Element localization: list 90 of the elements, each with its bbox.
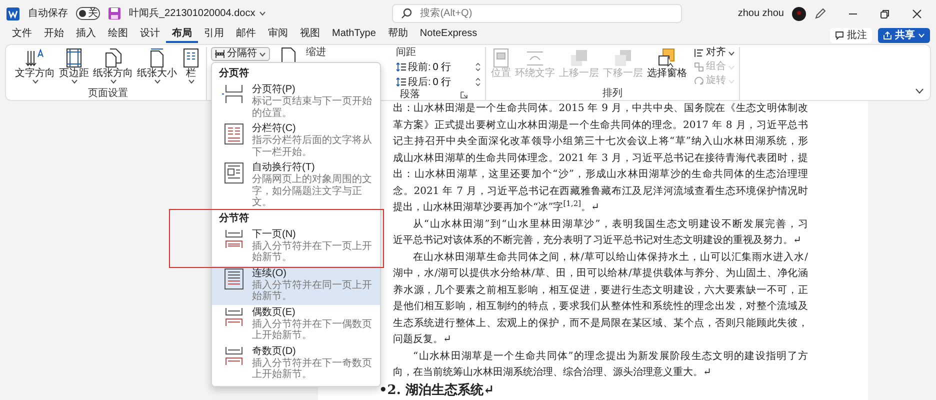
collapse-ribbon-icon[interactable] [915,88,924,94]
menu-item[interactable]: 自动换行符(T) 分隔网页上的对象周围的文字，如分隔题注文字与正文。 [212,160,380,210]
document-paragraph: “山水林田湖草是一个生命共同体”的理念提出为新发展阶段生态文明的建设指明了方 向，在当前统筹山水林田湖系统治理、综合治理、源头治理意义重大。↵ [393,350,808,380]
breaks-icon [215,49,225,59]
share-button[interactable]: 共享 [878,28,930,43]
caret-icon [188,79,194,84]
menu-tab[interactable]: 文件 [6,26,38,42]
group-label: 段落 [400,89,420,101]
document-paragraph: 在山水林田湖草生命共同体之间，林/草可以给山体保持水土，山可以汇集雨水进入水/ 湖中，水/湖可以提供水分给林/草、田，田可以给林/草提供载体与养分、为山固土、净化涵 养水源，几个要素之前相互影响，相互促进，要进行生态文明建设，六大要素缺一不可，正 是他们相互影响，相互制约的特点，要求我们从整体性和系统性的理念出发，对整个流域及 生态系统进行整体上、宏观上的保护，而不是局限在某区域、某个点，否则只能顾此失彼， 问题反复。↵ [393,250,808,347]
page-layout-icon [103,48,123,68]
menu-tab[interactable]: 邮件 [230,26,262,42]
menu-tab[interactable]: MathType [326,26,382,42]
caret-icon [70,79,78,84]
field-label: 段前: [408,60,431,74]
caret-icon [918,33,925,38]
group-label: 排列 [601,88,624,100]
menu-tab[interactable]: 引用 [198,26,230,42]
pen-icon[interactable] [814,8,826,20]
arrange-small-icon [694,62,704,72]
spacing-icon [396,77,406,87]
ribbon-button[interactable]: 纸张方向 [92,47,134,88]
section-break-icon [222,268,246,290]
menu-tab[interactable]: 帮助 [382,26,414,42]
menu-tab[interactable]: 插入 [70,26,102,42]
menu-section-header: 分页符 [218,66,250,81]
arrange-icon [656,48,677,68]
field-label: 段后: [408,76,431,88]
breaks-button[interactable]: 分隔符 [211,47,270,61]
spinner-icon[interactable] [474,77,481,87]
spacing-label: 间距 [396,47,417,59]
group-label: 页面设置 [87,88,129,100]
search-box[interactable]: 搜索(Alt+Q) [392,4,682,23]
ribbon-button[interactable]: 对齐 [694,47,735,59]
ribbon-button[interactable]: 选择窗格 [646,47,688,88]
share-icon [883,31,892,40]
page-layout-icon [64,48,84,68]
page-layout-icon [25,48,45,68]
menu-tab[interactable]: 审阅 [262,26,294,42]
spinner-icon[interactable] [474,62,481,72]
filename-button[interactable]: 叶闻兵_221301020004.docx [129,6,266,21]
document-paragraph: 从“山水林田湖”到“山水里林田湖草沙”，表明我国生态文明建设不断发展完善，习 近平总书记对该体系的不断完善，充分表明了习近平总书记对生态文明建设的重视及努力。↵ [393,218,808,248]
user-name[interactable]: zhou zhou [738,6,784,21]
caret-icon [728,50,735,56]
caret-icon [154,79,160,84]
arrange-icon [612,48,633,68]
ribbon-button[interactable]: 页边距 [58,47,90,88]
dialog-launcher-icon[interactable] [460,91,468,99]
comment-icon [835,31,844,40]
comment-button[interactable]: 批注 [830,28,872,43]
menu-item[interactable]: 分页符(P) 标记一页结束与下一页开始的位置。 [212,82,380,121]
ribbon-button[interactable]: 纸张大小 [136,47,178,88]
spacing-icon [396,62,406,72]
menu-item[interactable]: 偶数页(E) 插入分节符并在下一偶数页上开始新节。 [212,304,380,344]
caret-icon [259,52,266,56]
section-break-icon [222,162,246,184]
caret-icon [728,64,735,70]
restore-icon[interactable] [880,8,890,18]
arrange-small-icon [694,48,704,58]
page-layout-icon [181,48,201,68]
caret-icon [728,78,735,84]
menu-tab[interactable]: 绘图 [102,26,134,42]
save-icon[interactable] [108,7,121,20]
menu-item[interactable]: 分栏符(C) 指示分栏符后面的文字将从下一栏开始。 [212,121,380,160]
menu-tab[interactable]: NoteExpress [414,26,484,42]
arrange-icon [490,48,511,68]
menu-item[interactable]: 下一页(N) 插入分节符并在下一页上开始新节。 [212,226,380,266]
search-field[interactable]: 搜索(Alt+Q) [418,5,658,22]
section-break-icon [222,123,246,145]
caret-icon [259,11,266,16]
autosave-label: 自动保存 [28,7,68,21]
caret-icon [110,79,116,84]
ribbon-button[interactable]: 文字方向 [14,47,56,88]
avatar-icon[interactable] [792,6,806,20]
document-heading: •2. 湖泊生态系统↵ [379,382,496,398]
close-icon[interactable] [912,8,922,18]
indent-label: 缩进 [306,47,327,59]
autosave-toggle[interactable]: 关 [76,7,100,20]
arrange-small-icon [694,76,704,86]
menu-tab[interactable]: 设计 [134,26,166,42]
search-icon [401,8,412,19]
menu-item[interactable]: 奇数页(D) 插入分节符并在下一奇数页上开始新节。 [212,344,380,382]
menu-tab[interactable]: 视图 [294,26,326,42]
menu-tab[interactable]: 开始 [38,26,70,42]
caret-icon [32,79,38,84]
menu-item[interactable]: 连续(O) 插入分节符并在同一页上开始新节。 [212,266,380,304]
arrange-icon [568,48,589,68]
menu-section-header: 分节符 [218,212,250,226]
document-paragraph: 出：山水林田湖是一个生命共同体。2015 年 9 月，中共中央、国务院在《生态文明体制改 革方案》正式提出要树立山水林田湖是一个生命共同体的理念。2017 年 8 月，习近平总书 记主持召开中央全面深化改革领导小组第三十七次会议上将“草”纳入山水林田湖系统，形 成山水林田湖草的生命共同体理念。2021 年 3 月，习近平总书记在接待青海代表团时，提 出：山水林田湖草，这里还要加个“沙”，形成山水林田湖草沙的生命共同体的生态治理理 念。2021 年 7 月，习近平总书记在西藏雅鲁藏布江及尼洋河流域查看生态环境保护情况时 提出，山水林田湖草沙要再加个“冰”字$^{[1,2]}$。↵ [393,102,808,215]
word-logo-icon [6,6,20,20]
ribbon-button[interactable]: 栏 [180,47,202,88]
